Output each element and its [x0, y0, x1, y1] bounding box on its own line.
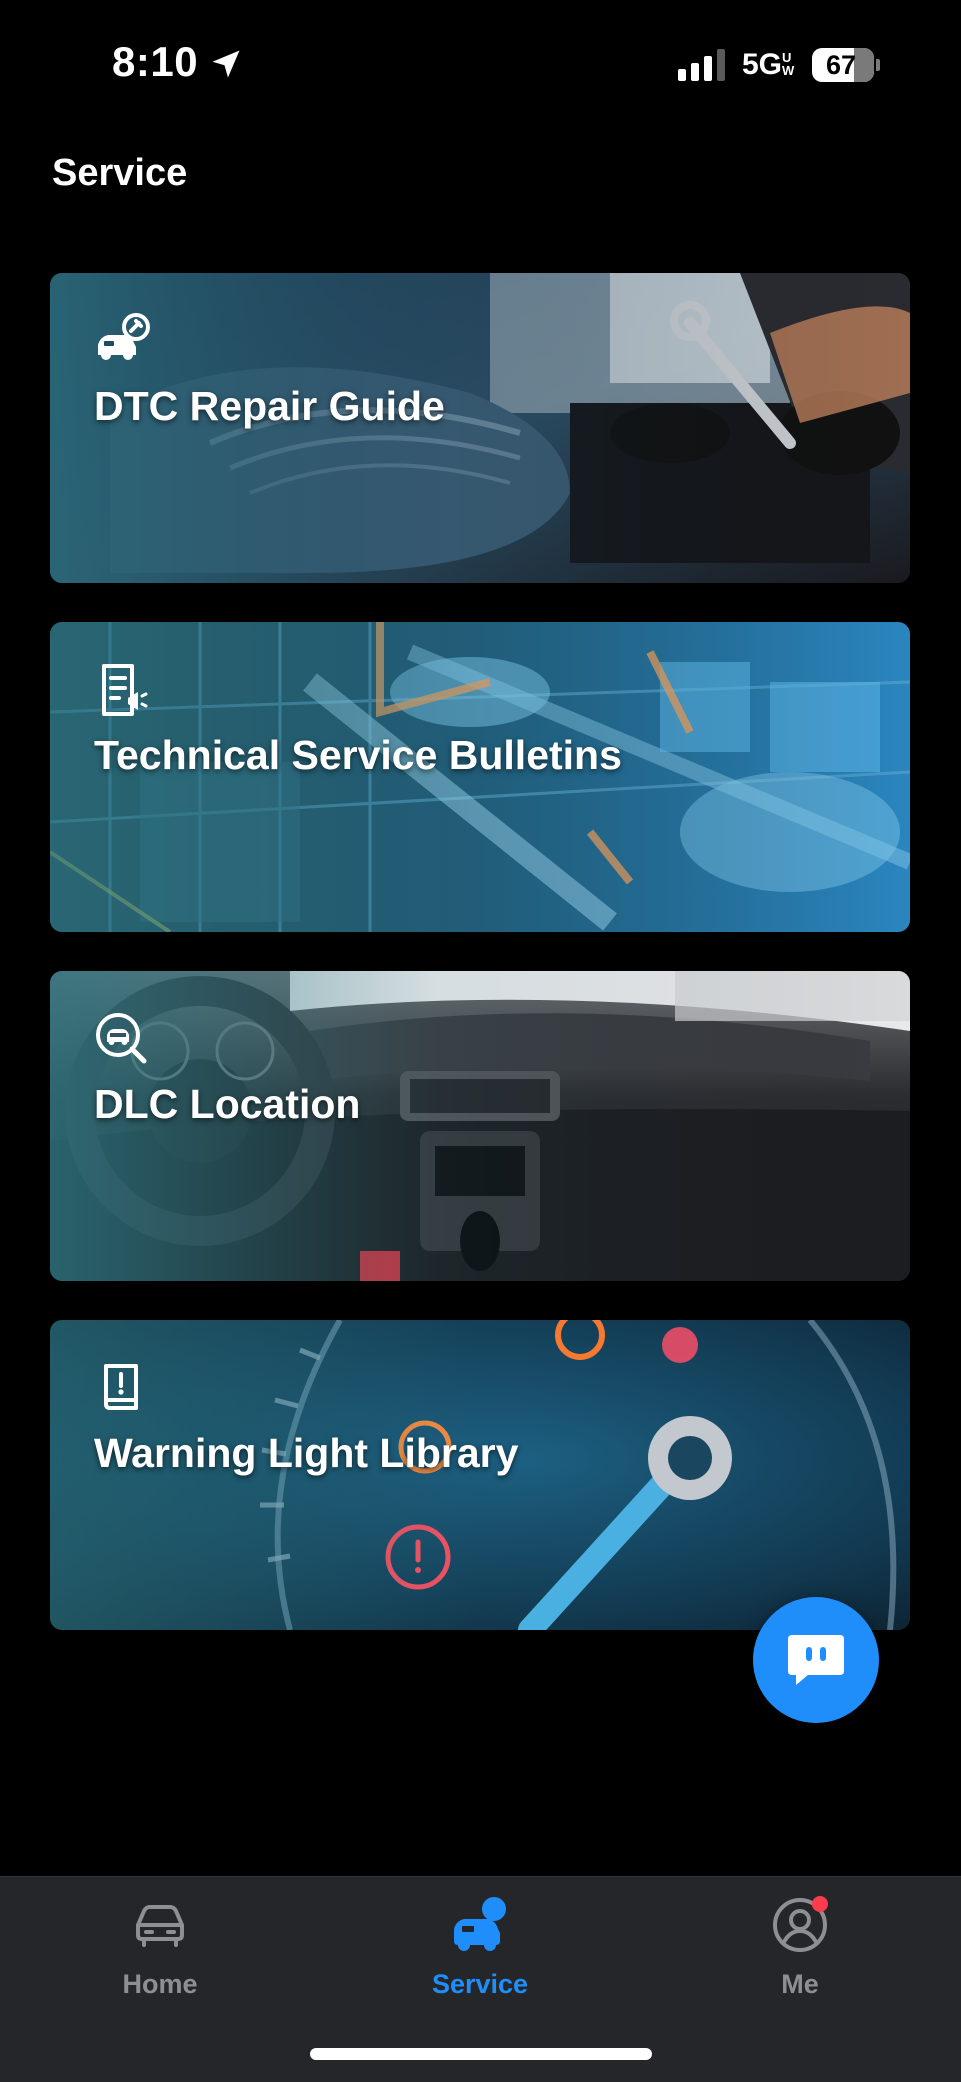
battery-level: 67 [825, 50, 857, 80]
car-search-icon [96, 1013, 147, 1064]
tab-home[interactable]: Home [60, 1877, 260, 2017]
status-bar: 8:10 5GUW 67 [0, 0, 961, 130]
cellular-signal-icon [678, 49, 725, 81]
card-label: Technical Service Bulletins [94, 732, 622, 778]
chat-button[interactable] [753, 1597, 879, 1723]
card-warning-light-library[interactable]: Warning Light Library [50, 1320, 910, 1630]
card-label: DTC Repair Guide [94, 383, 445, 429]
service-icon [454, 1897, 506, 1951]
bulletin-document-icon [102, 664, 148, 716]
status-time: 8:10 [112, 38, 199, 85]
notification-badge [812, 1896, 828, 1912]
battery-icon: 67 [812, 48, 880, 82]
card-label: Warning Light Library [94, 1430, 519, 1476]
tab-label: Me [781, 1969, 819, 1999]
car-icon [136, 1905, 184, 1947]
card-label: DLC Location [94, 1081, 361, 1127]
tab-me[interactable]: Me [700, 1877, 900, 2017]
card-dtc-repair-guide[interactable]: DTC Repair Guide [50, 273, 910, 583]
tab-label: Service [431, 1969, 529, 1999]
chat-bubble-icon [788, 1635, 844, 1685]
car-wrench-icon [98, 313, 150, 360]
tab-label: Home [122, 1969, 198, 1999]
profile-icon [773, 1896, 828, 1952]
location-arrow-icon [212, 50, 240, 78]
tab-service[interactable]: Service [380, 1877, 580, 2017]
card-technical-service-bulletins[interactable]: Technical Service Bulletins [50, 622, 910, 932]
warning-book-icon [104, 1364, 138, 1410]
network-suffix: UW [782, 50, 795, 78]
network-type: 5GUW [742, 48, 796, 82]
home-indicator[interactable] [310, 2048, 652, 2060]
page-title: Service [52, 152, 188, 194]
card-dlc-location[interactable]: DLC Location [50, 971, 910, 1281]
network-label: 5G [742, 48, 783, 81]
